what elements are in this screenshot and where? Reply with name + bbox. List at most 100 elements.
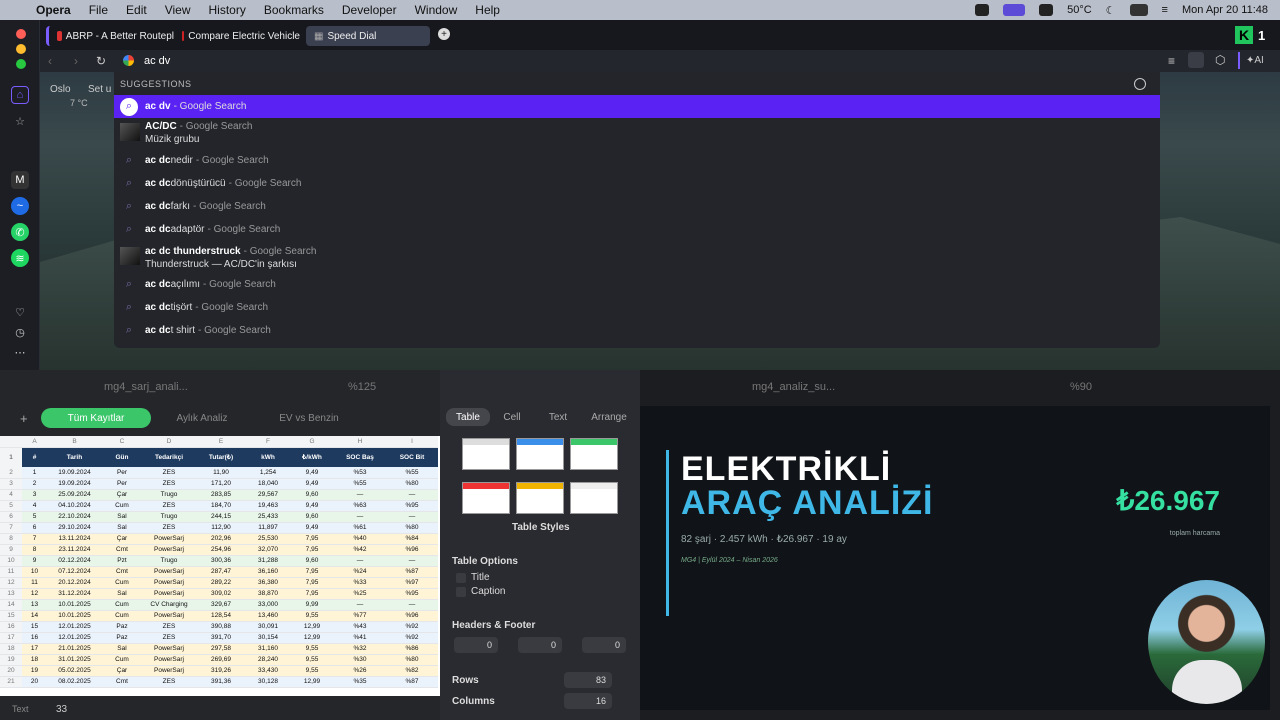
table-style-5[interactable] <box>516 482 564 514</box>
table-cell[interactable]: %95 <box>386 588 438 600</box>
suggestion-item[interactable]: ⌕ ac dc tişört - Google Search <box>114 296 1160 319</box>
title-checkbox[interactable] <box>456 573 466 583</box>
column-header[interactable]: Tedarikçi <box>142 447 196 467</box>
table-cell[interactable]: 7,95 <box>290 533 334 545</box>
table-cell[interactable]: CV Charging <box>142 599 196 611</box>
table-cell[interactable]: %86 <box>386 643 438 655</box>
table-cell[interactable]: %33 <box>334 577 386 589</box>
table-row[interactable]: 20 19 05.02.2025 Çar PowerSarj 319,26 33,430 9,… <box>0 665 438 677</box>
table-cell[interactable]: 30,154 <box>246 632 290 644</box>
table-cell[interactable]: 244,15 <box>196 511 246 523</box>
table-cell[interactable]: — <box>386 489 438 501</box>
table-cell[interactable]: 20 <box>22 676 47 688</box>
menu-view[interactable]: View <box>165 3 191 17</box>
table-cell[interactable]: — <box>334 489 386 501</box>
table-cell[interactable]: %55 <box>334 478 386 490</box>
table-cell[interactable]: 25.09.2024 <box>47 489 102 501</box>
menu-history[interactable]: History <box>209 3 246 17</box>
table-cell[interactable]: Per <box>102 478 142 490</box>
row-number[interactable]: 11 <box>0 566 22 578</box>
table-cell[interactable]: 19.09.2024 <box>47 467 102 479</box>
footer-rows-stepper[interactable]: 0 <box>582 637 626 653</box>
menu-edit[interactable]: Edit <box>126 3 147 17</box>
suggestion-item[interactable]: ⌕ ac dc adaptör - Google Search <box>114 218 1160 241</box>
screen-record-icon[interactable] <box>975 4 990 16</box>
table-cell[interactable]: 1 <box>22 467 47 479</box>
table-cell[interactable]: 9,49 <box>290 500 334 512</box>
table-cell[interactable]: %61 <box>334 522 386 534</box>
table-cell[interactable]: — <box>386 555 438 567</box>
table-row[interactable]: 17 16 12.01.2025 Paz ZES 391,70 30,154 12,99 %41… <box>0 632 438 644</box>
table-cell[interactable]: 9,99 <box>290 599 334 611</box>
table-cell[interactable]: %30 <box>334 654 386 666</box>
table-cell[interactable]: 8 <box>22 544 47 556</box>
columns-field[interactable]: 16 <box>564 693 612 709</box>
table-cell[interactable]: 11,90 <box>196 467 246 479</box>
table-cell[interactable]: 07.12.2024 <box>47 566 102 578</box>
table-cell[interactable]: Çar <box>102 533 142 545</box>
row-number[interactable]: 14 <box>0 599 22 611</box>
inspector-tab-table[interactable]: Table <box>446 408 490 426</box>
table-cell[interactable]: %92 <box>386 632 438 644</box>
table-cell[interactable]: 29.10.2024 <box>47 522 102 534</box>
table-cell[interactable]: %96 <box>386 610 438 622</box>
table-cell[interactable]: 289,22 <box>196 577 246 589</box>
table-cell[interactable]: Cum <box>102 654 142 666</box>
column-letter[interactable]: F <box>246 436 290 448</box>
menu-file[interactable]: File <box>89 3 108 17</box>
column-letter[interactable]: C <box>102 436 142 448</box>
rows-field[interactable]: 83 <box>564 672 612 688</box>
table-style-6[interactable] <box>570 482 618 514</box>
table-cell[interactable]: 202,96 <box>196 533 246 545</box>
table-cell[interactable]: Cmt <box>102 544 142 556</box>
reload-icon[interactable]: ↻ <box>96 54 106 68</box>
table-cell[interactable]: Trugo <box>142 489 196 501</box>
table-cell[interactable]: %40 <box>334 533 386 545</box>
table-cell[interactable]: 112,90 <box>196 522 246 534</box>
table-cell[interactable]: 13,460 <box>246 610 290 622</box>
table-cell[interactable]: 20.12.2024 <box>47 577 102 589</box>
table-row[interactable]: 18 17 21.01.2025 Sal PowerSarj 297,58 31,160 9,… <box>0 643 438 655</box>
table-cell[interactable]: 390,88 <box>196 621 246 633</box>
row-number[interactable]: 12 <box>0 577 22 589</box>
suggestion-item[interactable]: ⌕ ac dc t shirt - Google Search <box>114 319 1160 342</box>
table-row[interactable]: 3 2 19.09.2024 Per ZES 171,20 18,040 9,49 %55 %80 <box>0 478 438 490</box>
table-cell[interactable]: %87 <box>386 566 438 578</box>
table-cell[interactable]: Sal <box>102 522 142 534</box>
menu-app-name[interactable]: Opera <box>36 3 71 17</box>
table-cell[interactable]: 13 <box>22 599 47 611</box>
tab-tum-kayitlar[interactable]: Tüm Kayıtlar <box>41 408 151 428</box>
zoom-window-button[interactable] <box>16 59 26 69</box>
menu-help[interactable]: Help <box>475 3 500 17</box>
row-number[interactable]: 20 <box>0 665 22 677</box>
table-cell[interactable]: 283,85 <box>196 489 246 501</box>
column-letter[interactable]: D <box>142 436 196 448</box>
table-cell[interactable]: 21.01.2025 <box>47 643 102 655</box>
table-row[interactable]: 11 10 07.12.2024 Cmt PowerSarj 287,47 36,160 7,… <box>0 566 438 578</box>
column-header[interactable]: Tarih <box>47 447 102 467</box>
table-cell[interactable]: 13.11.2024 <box>47 533 102 545</box>
column-header[interactable]: ₺/kWh <box>290 447 334 467</box>
row-number[interactable]: 5 <box>0 500 22 512</box>
slides-zoom[interactable]: %90 <box>1070 370 1092 404</box>
column-letter[interactable]: G <box>290 436 334 448</box>
table-cell[interactable]: — <box>386 599 438 611</box>
table-cell[interactable]: 10.01.2025 <box>47 599 102 611</box>
table-cell[interactable]: 33,000 <box>246 599 290 611</box>
table-cell[interactable]: 12,99 <box>290 676 334 688</box>
table-row[interactable]: 10 9 02.12.2024 Pzt Trugo 300,36 31,288 9,60— — <box>0 555 438 567</box>
table-cell[interactable]: 254,96 <box>196 544 246 556</box>
table-style-3[interactable] <box>570 438 618 470</box>
menu-window[interactable]: Window <box>415 3 458 17</box>
table-cell[interactable]: PowerSarj <box>142 665 196 677</box>
forward-icon[interactable]: › <box>74 54 78 68</box>
suggestion-item[interactable]: ⌕ ac dc farkı - Google Search <box>114 195 1160 218</box>
table-cell[interactable]: 391,70 <box>196 632 246 644</box>
table-cell[interactable]: 2 <box>22 478 47 490</box>
table-cell[interactable]: Trugo <box>142 511 196 523</box>
suggestion-item[interactable]: ⌕ ac dc nedir - Google Search <box>114 149 1160 172</box>
menu-bookmarks[interactable]: Bookmarks <box>264 3 324 17</box>
row-number[interactable]: 21 <box>0 676 22 688</box>
table-row[interactable]: 16 15 12.01.2025 Paz ZES 390,88 30,091 12,99 %43… <box>0 621 438 633</box>
table-row[interactable]: 19 18 31.01.2025 Cum PowerSarj 269,69 28,240 9,… <box>0 654 438 666</box>
